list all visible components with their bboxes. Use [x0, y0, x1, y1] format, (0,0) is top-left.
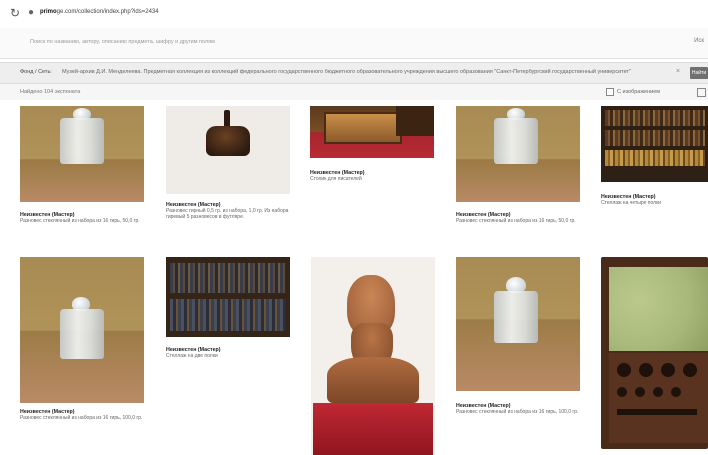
search-bar: Поиск по названию, автору, описанию пред… — [0, 28, 708, 59]
item-photo[interactable] — [20, 106, 144, 202]
weight-body — [206, 126, 250, 156]
grid-view-icon[interactable] — [697, 88, 706, 97]
browser-address-bar: ↻ ● primoge.com/collection/index.php?ids… — [0, 0, 708, 29]
with-images-checkbox[interactable] — [606, 88, 614, 96]
gallery-item[interactable]: Неизвестен (Мастер) Разновес стеклянный … — [456, 257, 580, 437]
item-photo[interactable] — [166, 106, 290, 194]
item-title: Разновес гирный 0,5 гр. из набора, 1,0 г… — [166, 208, 289, 221]
gallery-item[interactable]: Неизвестен (Мастер) Разновес гирный 0,5 … — [166, 106, 290, 246]
shelf-row — [170, 263, 286, 293]
gallery-item[interactable] — [311, 257, 435, 455]
search-input[interactable]: Поиск по названию, автору, описанию пред… — [30, 39, 215, 45]
case-lining — [609, 267, 708, 351]
shelf-row — [170, 299, 286, 331]
item-title: Разновес стеклянный из набора из 16 гирь… — [20, 218, 140, 225]
weight-slot — [671, 387, 681, 397]
weight-slot — [617, 363, 631, 377]
glass-weight — [60, 309, 104, 359]
with-images-label: С изображением — [617, 89, 661, 95]
item-photo[interactable] — [20, 257, 144, 403]
shelf-row — [605, 150, 705, 166]
item-photo[interactable] — [166, 257, 290, 337]
item-title: Столик для писателей — [310, 176, 362, 183]
item-caption: Неизвестен (Мастер) Стеллаж на четыре по… — [601, 194, 708, 206]
weight-slot — [617, 387, 627, 397]
search-button[interactable]: Иск — [694, 38, 704, 44]
shelf-row — [605, 110, 705, 126]
url-text[interactable]: primoge.com/collection/index.php?ids=243… — [40, 9, 159, 15]
item-title: Разновес стеклянный из набора из 16 гирь… — [20, 415, 143, 422]
shelf-row — [605, 130, 705, 146]
desk-top — [396, 106, 434, 136]
results-toolbar: Найдено 104 экспоната С изображением — [0, 84, 708, 100]
url-host: primo — [40, 9, 57, 15]
weight-slot — [661, 363, 675, 377]
item-caption: Неизвестен (Мастер) Разновес стеклянный … — [20, 212, 144, 224]
filter-label: Фонд / Сеть: — [20, 69, 52, 75]
gallery-item[interactable]: Неизвестен (Мастер) Стеллаж на четыре по… — [601, 106, 708, 216]
reload-icon[interactable]: ↻ — [10, 6, 20, 20]
item-title: Разновес стеклянный из набора из 16 гирь… — [456, 409, 579, 416]
collection-filter: Фонд / Сеть: Музей-архив Д.И. Менделеева… — [0, 62, 708, 84]
desk-drawer — [324, 112, 402, 144]
filter-submit-button[interactable]: Найти — [690, 67, 708, 79]
weight-slot — [639, 363, 653, 377]
item-photo[interactable] — [456, 257, 580, 391]
weight-slot — [653, 387, 663, 397]
item-photo[interactable] — [601, 257, 708, 449]
case-tray — [609, 353, 708, 443]
url-path: ge.com/collection/index.php?ids=2434 — [56, 9, 159, 15]
item-caption: Неизвестен (Мастер) Столик для писателей — [310, 170, 434, 182]
site-info-icon[interactable]: ● — [28, 7, 34, 18]
bust-base — [313, 403, 433, 455]
with-images-toggle[interactable]: С изображением — [606, 88, 660, 96]
item-title: Разновес стеклянный из набора из 16 гирь… — [456, 218, 576, 225]
glass-weight — [494, 118, 538, 164]
item-title: Стеллаж на четыре полки — [601, 200, 662, 207]
gallery-item[interactable]: Неизвестен (Мастер) Разновес стеклянный … — [456, 106, 580, 236]
item-caption: Неизвестен (Мастер) Разновес стеклянный … — [20, 409, 144, 421]
item-caption: Неизвестен (Мастер) Разновес гирный 0,5 … — [166, 202, 290, 221]
weight-slot — [683, 363, 697, 377]
item-caption: Неизвестен (Мастер) Разновес стеклянный … — [456, 212, 580, 224]
bust-shoulders — [327, 357, 419, 403]
item-photo[interactable] — [310, 106, 434, 158]
item-photo[interactable] — [311, 257, 435, 455]
results-count: Найдено 104 экспоната — [20, 89, 81, 95]
item-title: Стеллаж на две полки — [166, 353, 218, 360]
glass-weight — [60, 118, 104, 164]
weight-slot — [635, 387, 645, 397]
gallery-item[interactable]: Неизвестен (Мастер) Столик для писателей — [310, 106, 434, 196]
filter-value-field[interactable]: Музей-архив Д.И. Менделеева. Предметная … — [62, 69, 674, 75]
item-photo[interactable] — [456, 106, 580, 202]
glass-weight — [494, 291, 538, 343]
clear-filter-icon[interactable]: × — [676, 68, 680, 75]
gallery-item[interactable]: Неизвестен (Мастер) Стеллаж на две полки — [166, 257, 290, 367]
gallery-item[interactable]: Неизвестен (Мастер) Разновес стеклянный … — [20, 257, 144, 437]
gallery-item[interactable]: Неизвестен (Мастер) Разновес стеклянный … — [20, 106, 144, 236]
item-photo[interactable] — [601, 106, 708, 182]
weight-slot — [617, 409, 697, 415]
gallery-item[interactable] — [601, 257, 708, 455]
item-caption: Неизвестен (Мастер) Стеллаж на две полки — [166, 347, 290, 359]
item-caption: Неизвестен (Мастер) Разновес стеклянный … — [456, 403, 580, 415]
